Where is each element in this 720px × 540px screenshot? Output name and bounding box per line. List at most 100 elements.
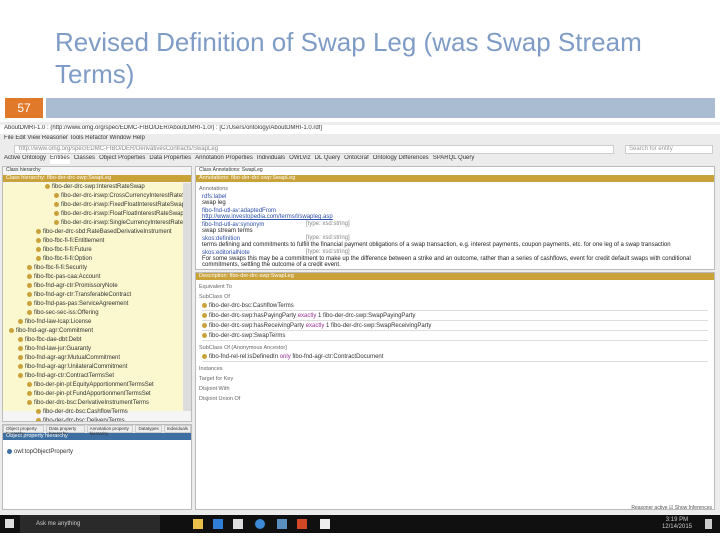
tree-item[interactable]: fibo-der-drc-irswp:SingleCurrencyInteres… bbox=[3, 219, 191, 228]
tab-annotation-properties[interactable]: Annotation Properties bbox=[195, 155, 253, 164]
protege-icon[interactable] bbox=[320, 519, 330, 529]
tree-item-label: fibo-fnd-agr-agr:MutualCommitment bbox=[25, 355, 121, 361]
menu-bar[interactable]: File Edit View Reasoner Tools Refactor W… bbox=[0, 135, 720, 141]
annotations-tab[interactable]: Class Annotations: SwapLeg bbox=[196, 167, 714, 175]
app-icon[interactable] bbox=[277, 519, 287, 529]
reasoner-status: Reasoner active bbox=[631, 505, 668, 511]
tab-individuals[interactable]: Individuals bbox=[257, 155, 285, 164]
class-icon bbox=[27, 399, 32, 405]
tree-item[interactable]: fibo-fnd-agr-ctr:ContractTermsSet bbox=[3, 372, 183, 381]
tree-item[interactable]: fibo-fbc-fi-fi:Future bbox=[3, 246, 183, 255]
target-for-key-label[interactable]: Target for Key bbox=[199, 376, 714, 382]
tree-item[interactable]: fibo-fbc-dae-dbt:Debt bbox=[3, 336, 183, 345]
taskbar: Ask me anything 3:19 PM 12/14/2015 bbox=[0, 515, 720, 533]
store-icon[interactable] bbox=[233, 519, 243, 529]
tree-item[interactable]: fibo-fnd-agr-agr:UnilateralCommitment bbox=[3, 363, 183, 372]
disjoint-with-label[interactable]: Disjoint With bbox=[199, 386, 714, 392]
tree-item-label: fibo-fbc-fi-fi:Option bbox=[43, 256, 93, 262]
tree-item[interactable]: fibo-der-pin-pl:EquityApportionmentTerms… bbox=[3, 381, 183, 390]
class-icon bbox=[27, 273, 32, 279]
tab-object-property-hierarchy[interactable]: Object property hierarchy bbox=[3, 425, 44, 436]
tree-item[interactable]: fibo-fnd-law-lcap:License bbox=[3, 318, 183, 327]
tree-item[interactable]: fibo-fnd-agr-ctr:PromissoryNote bbox=[3, 282, 183, 291]
tree-item[interactable]: fibo-der-drc-irswp:FloatFloatInterestRat… bbox=[3, 210, 184, 219]
tree-item-label: fibo-der-drc-bsc:CashflowTerms bbox=[43, 409, 128, 415]
tree-item[interactable]: fibo-sec-sec-iss:Offering bbox=[3, 309, 183, 318]
tree-item[interactable]: fibo-fnd-agr-agr:Commitment bbox=[3, 327, 183, 336]
protege-window: AboutDMRI-1.0 : (http://www.omg.org/spec… bbox=[0, 122, 720, 516]
tree-item[interactable]: fibo-der-drc-bsc:DerivativeInstrumentTer… bbox=[3, 399, 183, 408]
class-tree[interactable]: fibo-der-drc-swp:InterestRateSwap fibo-de… bbox=[3, 183, 191, 421]
class-icon bbox=[27, 381, 32, 387]
subclass-item[interactable]: fibo-der-drc-swp:hasReceivingParty exact… bbox=[202, 322, 708, 331]
tab-classes[interactable]: Classes bbox=[74, 155, 95, 164]
tree-item[interactable]: fibo-der-drc-irswp:CrossCurrencyInterest… bbox=[3, 192, 191, 201]
tab-bar: Active Ontology Entities Classes Object Pro… bbox=[0, 155, 720, 164]
show-inferences-checkbox[interactable]: Show Inferences bbox=[675, 505, 712, 511]
class-icon bbox=[54, 210, 59, 216]
tab-sparql-query[interactable]: SPARQL Query bbox=[433, 155, 475, 164]
class-icon bbox=[27, 309, 32, 315]
file-explorer-icon[interactable] bbox=[193, 519, 203, 529]
tree-item-label: fibo-sec-sec-iss:Offering bbox=[34, 310, 99, 316]
tree-item[interactable]: fibo-der-drc-sbd:RateBasedDerivativeInst… bbox=[3, 228, 183, 237]
tab-entities[interactable]: Entities bbox=[50, 155, 70, 164]
subclass-item[interactable]: fibo-der-drc-swp:hasPayingParty exactly … bbox=[202, 312, 708, 321]
equivalent-to-label[interactable]: Equivalent To bbox=[199, 284, 714, 290]
instances-label[interactable]: Instances bbox=[199, 366, 714, 372]
tab-ontograf[interactable]: OntoGraf bbox=[344, 155, 369, 164]
tab-object-properties[interactable]: Object Properties bbox=[99, 155, 145, 164]
tree-item[interactable]: fibo-fbc-fi-fi:Option bbox=[3, 255, 183, 264]
tab-dl-query[interactable]: DL Query bbox=[315, 155, 340, 164]
subclass-item[interactable]: fibo-der-drc-swp:SwapTerms bbox=[202, 332, 708, 341]
tab-annotation-property-hierarchy[interactable]: Annotation property hierarchy bbox=[86, 425, 134, 436]
edge-icon[interactable] bbox=[213, 519, 223, 529]
tab-data-property-hierarchy[interactable]: Data property hierarchy bbox=[46, 425, 85, 436]
tab-data-properties[interactable]: Data Properties bbox=[149, 155, 191, 164]
annotation-value: swap stream terms bbox=[202, 228, 253, 234]
annotation-value[interactable]: http://www.investopedia.com/terms/l/swap… bbox=[202, 214, 714, 220]
class-icon bbox=[9, 327, 14, 333]
browser-icon[interactable] bbox=[255, 519, 265, 529]
annotations-pane: Class Annotations: SwapLeg Annotations: … bbox=[195, 166, 715, 270]
powerpoint-icon[interactable] bbox=[297, 519, 307, 529]
tree-item[interactable]: fibo-fbc-pas-caa:Account bbox=[3, 273, 183, 282]
notifications-icon[interactable] bbox=[705, 519, 712, 529]
subclass-of-label[interactable]: SubClass Of bbox=[199, 294, 714, 300]
tab-ontology-differences[interactable]: Ontology Differences bbox=[373, 155, 429, 164]
annotations-header: Annotations: fibo-der-drc-swp:SwapLeg bbox=[196, 175, 714, 182]
class-icon bbox=[36, 408, 41, 414]
tree-item[interactable]: fibo-fbc-fi-fi:Entitlement bbox=[3, 237, 183, 246]
anonymous-ancestor-item[interactable]: fibo-fnd-rel-rel:isDefinedIn only fibo-f… bbox=[202, 353, 708, 362]
tree-item[interactable]: fibo-der-drc-bsc:CashflowTerms bbox=[3, 408, 183, 417]
tab-active-ontology[interactable]: Active Ontology bbox=[4, 155, 46, 164]
tab-datatypes[interactable]: Datatypes bbox=[135, 425, 162, 433]
class-icon bbox=[27, 264, 32, 270]
scrollbar[interactable] bbox=[183, 183, 191, 411]
tree-item[interactable]: fibo-fbc-fi-fi:Security bbox=[3, 264, 183, 273]
tree-item[interactable]: fibo-der-drc-irswp:FixedFloatInterestRat… bbox=[3, 201, 185, 210]
tree-item[interactable]: fibo-fnd-pas-pas:ServiceAgreement bbox=[3, 300, 183, 309]
subclass-property: fibo-der-drc-swp:hasReceivingParty bbox=[209, 323, 306, 329]
annotation-value: For some swaps this may be a commitment … bbox=[202, 256, 691, 268]
top-object-property[interactable]: owl:topObjectProperty bbox=[14, 449, 73, 455]
disjoint-union-label[interactable]: Disjoint Union Of bbox=[199, 396, 714, 402]
tree-item[interactable]: fibo-der-drc-swp:InterestRateSwap bbox=[3, 183, 183, 192]
tab-owlviz[interactable]: OWLViz bbox=[289, 155, 310, 164]
tree-item[interactable]: fibo-der-pin-pl:FundApportionmentTermsSe… bbox=[3, 390, 183, 399]
search-input[interactable]: Search for entity bbox=[625, 145, 713, 154]
tree-item-label: fibo-fbc-fi-fi:Security bbox=[34, 265, 88, 271]
annotation-value: swap leg bbox=[202, 200, 226, 206]
tree-item[interactable]: fibo-fnd-agr-ctr:TransferableContract bbox=[3, 291, 183, 300]
tree-item[interactable]: fibo-fnd-agr-agr:MutualCommitment bbox=[3, 354, 183, 363]
tab-individuals[interactable]: Individuals bbox=[163, 425, 191, 433]
windows-start-icon[interactable] bbox=[5, 519, 14, 528]
tree-item[interactable]: fibo-der-drc-bsc:DeliveryTerms bbox=[3, 417, 183, 421]
cortana-search[interactable]: Ask me anything bbox=[20, 515, 160, 533]
tree-item[interactable]: fibo-fnd-law-jur:Guaranty bbox=[3, 345, 183, 354]
tree-item-label: fibo-fnd-agr-agr:UnilateralCommitment bbox=[25, 364, 128, 370]
class-icon bbox=[27, 390, 32, 396]
address-field[interactable]: http://www.omg.org/spec/EDMC-FIBO/DER/De… bbox=[14, 145, 614, 154]
pane-tab[interactable]: Class hierarchy bbox=[3, 167, 191, 175]
subclass-item[interactable]: fibo-der-drc-bsc:CashflowTerms bbox=[202, 302, 708, 311]
